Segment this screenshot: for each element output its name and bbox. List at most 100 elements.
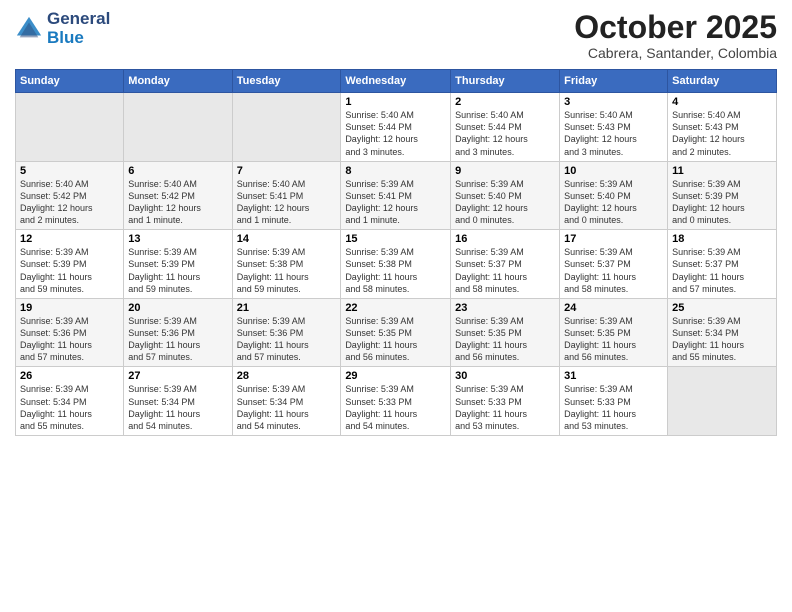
table-row: 20Sunrise: 5:39 AMSunset: 5:36 PMDayligh…: [124, 298, 232, 367]
day-number: 19: [20, 302, 119, 314]
table-row: 21Sunrise: 5:39 AMSunset: 5:36 PMDayligh…: [232, 298, 341, 367]
header-sunday: Sunday: [16, 70, 124, 93]
header-saturday: Saturday: [668, 70, 777, 93]
table-row: 30Sunrise: 5:39 AMSunset: 5:33 PMDayligh…: [451, 367, 560, 436]
day-number: 9: [455, 165, 555, 177]
day-number: 29: [345, 370, 446, 382]
calendar-week-3: 19Sunrise: 5:39 AMSunset: 5:36 PMDayligh…: [16, 298, 777, 367]
table-row: 2Sunrise: 5:40 AMSunset: 5:44 PMDaylight…: [451, 93, 560, 162]
table-row: 1Sunrise: 5:40 AMSunset: 5:44 PMDaylight…: [341, 93, 451, 162]
day-info: Sunrise: 5:39 AMSunset: 5:37 PMDaylight:…: [564, 246, 663, 295]
day-info: Sunrise: 5:39 AMSunset: 5:35 PMDaylight:…: [345, 315, 446, 364]
table-row: [124, 93, 232, 162]
table-row: 28Sunrise: 5:39 AMSunset: 5:34 PMDayligh…: [232, 367, 341, 436]
day-number: 10: [564, 165, 663, 177]
table-row: 5Sunrise: 5:40 AMSunset: 5:42 PMDaylight…: [16, 161, 124, 230]
day-number: 14: [237, 233, 337, 245]
table-row: 18Sunrise: 5:39 AMSunset: 5:37 PMDayligh…: [668, 230, 777, 299]
day-info: Sunrise: 5:40 AMSunset: 5:42 PMDaylight:…: [128, 178, 227, 227]
day-number: 17: [564, 233, 663, 245]
day-number: 8: [345, 165, 446, 177]
header-thursday: Thursday: [451, 70, 560, 93]
day-number: 13: [128, 233, 227, 245]
day-number: 3: [564, 96, 663, 108]
day-number: 25: [672, 302, 772, 314]
day-info: Sunrise: 5:39 AMSunset: 5:38 PMDaylight:…: [345, 246, 446, 295]
day-number: 28: [237, 370, 337, 382]
table-row: 24Sunrise: 5:39 AMSunset: 5:35 PMDayligh…: [560, 298, 668, 367]
table-row: 15Sunrise: 5:39 AMSunset: 5:38 PMDayligh…: [341, 230, 451, 299]
table-row: 19Sunrise: 5:39 AMSunset: 5:36 PMDayligh…: [16, 298, 124, 367]
header-tuesday: Tuesday: [232, 70, 341, 93]
calendar-header: Sunday Monday Tuesday Wednesday Thursday…: [16, 70, 777, 93]
day-info: Sunrise: 5:40 AMSunset: 5:41 PMDaylight:…: [237, 178, 337, 227]
table-row: 10Sunrise: 5:39 AMSunset: 5:40 PMDayligh…: [560, 161, 668, 230]
table-row: 31Sunrise: 5:39 AMSunset: 5:33 PMDayligh…: [560, 367, 668, 436]
table-row: 7Sunrise: 5:40 AMSunset: 5:41 PMDaylight…: [232, 161, 341, 230]
logo-text-general: General: [47, 10, 110, 29]
day-number: 5: [20, 165, 119, 177]
day-number: 7: [237, 165, 337, 177]
table-row: 11Sunrise: 5:39 AMSunset: 5:39 PMDayligh…: [668, 161, 777, 230]
logo: General Blue: [15, 10, 110, 47]
table-row: 13Sunrise: 5:39 AMSunset: 5:39 PMDayligh…: [124, 230, 232, 299]
day-number: 4: [672, 96, 772, 108]
table-row: 6Sunrise: 5:40 AMSunset: 5:42 PMDaylight…: [124, 161, 232, 230]
day-info: Sunrise: 5:39 AMSunset: 5:34 PMDaylight:…: [20, 383, 119, 432]
table-row: [232, 93, 341, 162]
day-info: Sunrise: 5:40 AMSunset: 5:44 PMDaylight:…: [345, 109, 446, 158]
day-number: 1: [345, 96, 446, 108]
day-info: Sunrise: 5:39 AMSunset: 5:40 PMDaylight:…: [564, 178, 663, 227]
title-block: October 2025 Cabrera, Santander, Colombi…: [574, 10, 777, 61]
day-info: Sunrise: 5:40 AMSunset: 5:43 PMDaylight:…: [672, 109, 772, 158]
day-number: 30: [455, 370, 555, 382]
table-row: 23Sunrise: 5:39 AMSunset: 5:35 PMDayligh…: [451, 298, 560, 367]
table-row: 3Sunrise: 5:40 AMSunset: 5:43 PMDaylight…: [560, 93, 668, 162]
page-title: October 2025: [574, 10, 777, 45]
calendar-body: 1Sunrise: 5:40 AMSunset: 5:44 PMDaylight…: [16, 93, 777, 436]
table-row: 14Sunrise: 5:39 AMSunset: 5:38 PMDayligh…: [232, 230, 341, 299]
day-number: 24: [564, 302, 663, 314]
header-wednesday: Wednesday: [341, 70, 451, 93]
day-number: 11: [672, 165, 772, 177]
day-number: 22: [345, 302, 446, 314]
day-info: Sunrise: 5:39 AMSunset: 5:37 PMDaylight:…: [455, 246, 555, 295]
day-number: 20: [128, 302, 227, 314]
calendar-table: Sunday Monday Tuesday Wednesday Thursday…: [15, 69, 777, 436]
day-info: Sunrise: 5:39 AMSunset: 5:33 PMDaylight:…: [345, 383, 446, 432]
day-info: Sunrise: 5:39 AMSunset: 5:36 PMDaylight:…: [128, 315, 227, 364]
day-info: Sunrise: 5:40 AMSunset: 5:44 PMDaylight:…: [455, 109, 555, 158]
page-container: General Blue October 2025 Cabrera, Santa…: [0, 0, 792, 446]
day-number: 23: [455, 302, 555, 314]
table-row: 22Sunrise: 5:39 AMSunset: 5:35 PMDayligh…: [341, 298, 451, 367]
calendar-week-4: 26Sunrise: 5:39 AMSunset: 5:34 PMDayligh…: [16, 367, 777, 436]
day-number: 16: [455, 233, 555, 245]
table-row: [668, 367, 777, 436]
table-row: [16, 93, 124, 162]
day-info: Sunrise: 5:39 AMSunset: 5:36 PMDaylight:…: [237, 315, 337, 364]
day-number: 2: [455, 96, 555, 108]
day-number: 26: [20, 370, 119, 382]
calendar-week-1: 5Sunrise: 5:40 AMSunset: 5:42 PMDaylight…: [16, 161, 777, 230]
table-row: 25Sunrise: 5:39 AMSunset: 5:34 PMDayligh…: [668, 298, 777, 367]
day-number: 18: [672, 233, 772, 245]
day-info: Sunrise: 5:40 AMSunset: 5:42 PMDaylight:…: [20, 178, 119, 227]
logo-text-blue: Blue: [47, 29, 110, 48]
table-row: 16Sunrise: 5:39 AMSunset: 5:37 PMDayligh…: [451, 230, 560, 299]
logo-icon: [15, 15, 43, 43]
day-number: 27: [128, 370, 227, 382]
day-number: 15: [345, 233, 446, 245]
day-number: 21: [237, 302, 337, 314]
day-number: 31: [564, 370, 663, 382]
table-row: 29Sunrise: 5:39 AMSunset: 5:33 PMDayligh…: [341, 367, 451, 436]
day-info: Sunrise: 5:40 AMSunset: 5:43 PMDaylight:…: [564, 109, 663, 158]
table-row: 26Sunrise: 5:39 AMSunset: 5:34 PMDayligh…: [16, 367, 124, 436]
day-info: Sunrise: 5:39 AMSunset: 5:34 PMDaylight:…: [672, 315, 772, 364]
day-info: Sunrise: 5:39 AMSunset: 5:38 PMDaylight:…: [237, 246, 337, 295]
day-info: Sunrise: 5:39 AMSunset: 5:39 PMDaylight:…: [128, 246, 227, 295]
day-info: Sunrise: 5:39 AMSunset: 5:39 PMDaylight:…: [20, 246, 119, 295]
day-info: Sunrise: 5:39 AMSunset: 5:34 PMDaylight:…: [237, 383, 337, 432]
day-info: Sunrise: 5:39 AMSunset: 5:40 PMDaylight:…: [455, 178, 555, 227]
day-info: Sunrise: 5:39 AMSunset: 5:36 PMDaylight:…: [20, 315, 119, 364]
header-monday: Monday: [124, 70, 232, 93]
